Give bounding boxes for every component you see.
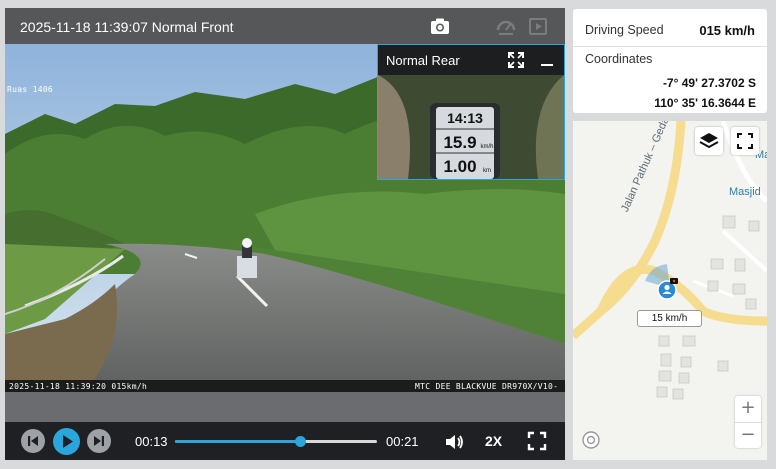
osd-timestamp: 2025-11-18 11:39:20 015km/h — [9, 382, 148, 391]
driving-speed-label: Driving Speed — [585, 23, 664, 37]
rear-title: Normal Rear — [386, 53, 460, 68]
coordinates-label: Coordinates — [585, 52, 653, 66]
rear-gauge-speed-unit: km/h — [480, 144, 493, 150]
rear-camera-pip[interactable]: 14:13 15.9 km/h 1.00 km Normal Rear — [377, 44, 565, 180]
rear-gauge-distance-unit: km — [483, 168, 491, 174]
rear-header: Normal Rear — [378, 45, 564, 75]
playback-rate-button[interactable]: 2X — [485, 433, 502, 449]
layers-icon[interactable] — [695, 127, 723, 155]
osd-model: MTC DEE BLACKVUE DR970X/V10-FHD — [415, 382, 559, 392]
map-fullscreen-icon[interactable] — [731, 127, 759, 155]
expand-icon[interactable] — [507, 51, 525, 69]
current-time: 00:13 — [135, 434, 168, 449]
map-panel[interactable]: Jalan Pathuk – Gedang Masjid Ma 15 km/h — [573, 121, 767, 460]
poi-label: Masjid — [729, 186, 761, 198]
speed-callout: 15 km/h — [637, 310, 702, 327]
driving-speed-value: 015 km/h — [699, 23, 755, 38]
driving-info-card: Driving Speed 015 km/h Coordinates -7° 4… — [573, 9, 767, 113]
zoom-out-button[interactable]: − — [735, 422, 761, 448]
total-time: 00:21 — [386, 434, 419, 449]
video-letterbox — [5, 392, 565, 422]
seek-progress — [175, 440, 301, 443]
fullscreen-icon[interactable] — [527, 431, 547, 451]
zoom-controls: + − — [735, 396, 761, 448]
latitude-value: -7° 49' 27.3702 S — [662, 76, 756, 90]
skip-forward-icon[interactable] — [87, 429, 111, 453]
zoom-in-button[interactable]: + — [735, 396, 761, 422]
camera-icon[interactable] — [429, 15, 451, 37]
minimize-icon[interactable] — [538, 51, 556, 69]
osd-top-left: Ruas 1406 — [7, 85, 54, 94]
rear-gauge-time: 14:13 — [447, 110, 483, 126]
longitude-value: 110° 35' 16.3644 E — [654, 96, 756, 110]
speed-gauge-icon[interactable] — [495, 15, 517, 37]
info-divider — [573, 46, 767, 47]
playback-controls: 00:13 00:21 2X — [5, 422, 565, 460]
video-panel: 2025-11-18 11:39:07 Normal Front Ruas 14… — [5, 8, 565, 460]
video-title: 2025-11-18 11:39:07 Normal Front — [20, 19, 234, 35]
rear-gauge-speed: 15.9 — [443, 133, 476, 152]
front-video-frame[interactable]: Ruas 1406 2025-11-18 11:39:20 015km/h MT… — [5, 44, 565, 392]
video-icon[interactable] — [527, 15, 549, 37]
dashcam-viewer: 2025-11-18 11:39:07 Normal Front Ruas 14… — [0, 0, 776, 469]
volume-icon[interactable] — [443, 431, 465, 453]
skip-back-icon[interactable] — [21, 429, 45, 453]
play-icon[interactable] — [53, 428, 80, 455]
video-header: 2025-11-18 11:39:07 Normal Front — [5, 8, 565, 44]
vehicle-marker-icon[interactable] — [657, 278, 679, 300]
seek-thumb[interactable] — [295, 436, 307, 447]
map-logo-icon[interactable] — [581, 430, 601, 450]
rear-gauge-distance: 1.00 — [443, 157, 476, 176]
seek-bar[interactable] — [175, 436, 377, 447]
